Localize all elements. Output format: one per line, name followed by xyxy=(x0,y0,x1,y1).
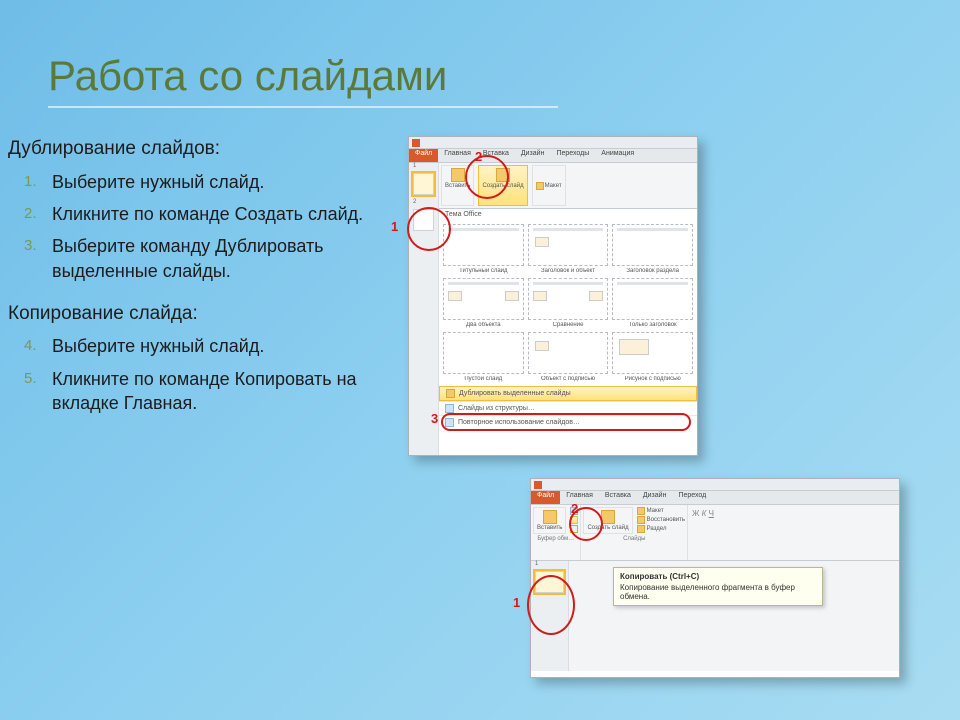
screenshot-copy-slide: Файл Главная Вставка Дизайн Переход Вста… xyxy=(530,478,900,678)
list-item: Кликните по команде Создать слайд. xyxy=(52,202,408,226)
layout-gallery: Титульный слайд Заголовок и объект Загол… xyxy=(439,220,697,386)
app-icon xyxy=(534,481,542,489)
tab-file[interactable]: Файл xyxy=(409,149,438,162)
paste-button[interactable]: Вставить xyxy=(533,507,566,534)
layout-option[interactable] xyxy=(612,332,693,374)
tab-design[interactable]: Дизайн xyxy=(515,149,551,162)
section2-list: Выберите нужный слайд. Кликните по коман… xyxy=(8,334,408,415)
gallery-header: Тема Office xyxy=(439,209,697,220)
annotation-circle-2 xyxy=(465,155,509,199)
layout-button[interactable]: Макет xyxy=(532,165,566,206)
list-item: Выберите команду Дублировать выделенные … xyxy=(52,234,408,283)
duplicate-slides-item[interactable]: Дублировать выделенные слайды xyxy=(439,386,697,401)
annotation-number-2: 2 xyxy=(475,149,482,164)
annotation-circle-3 xyxy=(441,413,691,431)
paste-icon xyxy=(543,510,557,524)
annotation-number-3: 3 xyxy=(431,411,438,426)
duplicate-icon xyxy=(446,389,455,398)
layout-option[interactable] xyxy=(528,224,609,266)
tab-design[interactable]: Дизайн xyxy=(637,491,673,504)
layout-option[interactable] xyxy=(443,332,524,374)
paste-icon xyxy=(451,168,465,182)
layout-option[interactable] xyxy=(612,224,693,266)
tooltip-body: Копирование выделенного фрагмента в буфе… xyxy=(620,583,816,601)
annotation-circle-1 xyxy=(527,575,575,635)
section2-heading: Копирование слайда: xyxy=(8,301,408,327)
layout-option[interactable] xyxy=(528,278,609,320)
tooltip-title: Копировать (Ctrl+C) xyxy=(620,572,816,581)
group-label-slides: Слайды xyxy=(623,536,645,542)
window-titlebar xyxy=(409,137,697,149)
annotation-number-2: 2 xyxy=(571,501,578,516)
layout-option[interactable] xyxy=(443,224,524,266)
slide-canvas: Копировать (Ctrl+C) Копирование выделенн… xyxy=(569,561,899,671)
annotation-number-1: 1 xyxy=(513,595,520,610)
window-titlebar xyxy=(531,479,899,491)
tab-transitions[interactable]: Переход xyxy=(672,491,712,504)
section-icon[interactable] xyxy=(637,525,645,533)
list-item: Выберите нужный слайд. xyxy=(52,334,408,358)
new-slide-icon xyxy=(601,510,615,524)
list-item: Кликните по команде Копировать на вкладк… xyxy=(52,367,408,416)
annotation-circle-1 xyxy=(407,207,451,251)
tab-insert[interactable]: Вставка xyxy=(599,491,637,504)
list-item: Выберите нужный слайд. xyxy=(52,170,408,194)
layout-option[interactable] xyxy=(443,278,524,320)
tab-transitions[interactable]: Переходы xyxy=(550,149,595,162)
page-title: Работа со слайдами xyxy=(48,52,558,108)
app-icon xyxy=(412,139,420,147)
layout-option[interactable] xyxy=(612,278,693,320)
ribbon-tabs: Файл Главная Вставка Дизайн Переходы Ани… xyxy=(409,149,697,163)
tab-home[interactable]: Главная xyxy=(560,491,599,504)
section1-heading: Дублирование слайдов: xyxy=(8,136,408,162)
ribbon-tabs: Файл Главная Вставка Дизайн Переход xyxy=(531,491,899,505)
group-label-clipboard: Буфер обм… xyxy=(537,536,574,542)
reset-icon[interactable] xyxy=(637,516,645,524)
screenshot-duplicate-slide: Файл Главная Вставка Дизайн Переходы Ани… xyxy=(408,136,698,456)
slide: Работа со слайдами Дублирование слайдов:… xyxy=(0,0,960,720)
text-column: Дублирование слайдов: Выберите нужный сл… xyxy=(8,136,408,433)
tab-file[interactable]: Файл xyxy=(531,491,560,504)
thumbnail-1[interactable] xyxy=(413,173,434,195)
layout-option[interactable] xyxy=(528,332,609,374)
layout-icon xyxy=(536,182,544,190)
layout-icon[interactable] xyxy=(637,507,645,515)
section1-list: Выберите нужный слайд. Кликните по коман… xyxy=(8,170,408,283)
outline-icon xyxy=(445,404,454,413)
tab-animation[interactable]: Анимация xyxy=(595,149,640,162)
annotation-number-1: 1 xyxy=(391,219,398,234)
copy-tooltip: Копировать (Ctrl+C) Копирование выделенн… xyxy=(613,567,823,606)
